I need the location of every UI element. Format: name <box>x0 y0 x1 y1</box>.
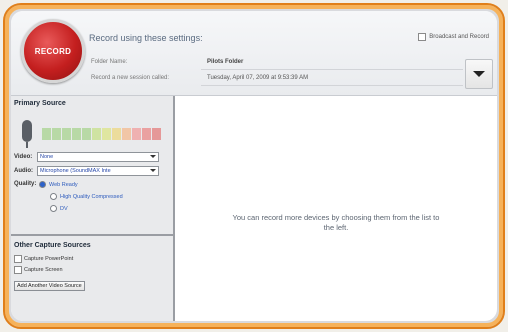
capture-screen-label: Capture Screen <box>24 267 63 273</box>
session-name-label: Record a new session called: <box>91 75 170 81</box>
add-video-source-button[interactable]: Add Another Video Source <box>14 281 85 291</box>
quality-row: Quality: <box>14 181 37 187</box>
quality-option-label: High Quality Compressed <box>60 193 123 200</box>
video-label: Video: <box>14 154 33 160</box>
audio-row: Audio: Microphone (SoundMAX Inte <box>14 166 159 176</box>
audio-select[interactable]: Microphone (SoundMAX Inte <box>37 166 159 176</box>
folder-name-label: Folder Name: <box>91 59 128 65</box>
quality-option-label: DV <box>60 205 68 212</box>
primary-source-title: Primary Source <box>14 100 66 107</box>
quality-radio-dv[interactable] <box>50 205 57 212</box>
section-divider <box>11 234 173 236</box>
other-capture-title: Other Capture Sources <box>14 242 91 249</box>
broadcast-label: Broadcast and Record <box>429 34 489 40</box>
video-select[interactable]: None <box>37 152 159 162</box>
audio-label: Audio: <box>14 168 33 174</box>
folder-name-value[interactable]: Pilots Folder <box>207 59 243 65</box>
meter-segment <box>92 128 101 140</box>
quality-radio-high[interactable] <box>50 193 57 200</box>
settings-title: Record using these settings: <box>89 33 203 43</box>
session-field-divider <box>201 85 463 86</box>
quality-option-dv[interactable]: DV <box>50 205 68 212</box>
quality-label: Quality: <box>14 181 37 187</box>
record-button-label: RECORD <box>34 46 72 56</box>
meter-segment <box>102 128 111 140</box>
recorder-window: RECORD Record using these settings: Broa… <box>11 11 497 321</box>
record-settings-header: RECORD Record using these settings: Broa… <box>11 11 497 96</box>
meter-segment <box>122 128 131 140</box>
capture-powerpoint-checkbox[interactable] <box>14 255 22 263</box>
capture-powerpoint-label: Capture PowerPoint <box>24 256 74 262</box>
meter-segment <box>62 128 71 140</box>
quality-radio-web-ready[interactable] <box>39 181 46 188</box>
left-panel: Primary Source Video: None Audio: Microp… <box>11 96 175 321</box>
record-button[interactable]: RECORD <box>21 19 85 83</box>
broadcast-toggle[interactable]: Broadcast and Record <box>418 33 489 41</box>
meter-segment <box>142 128 151 140</box>
empty-state-message: You can record more devices by choosing … <box>232 213 440 232</box>
quality-option-web-ready[interactable]: Web Ready <box>39 181 78 188</box>
meter-segment <box>152 128 161 140</box>
quality-option-label: Web Ready <box>49 181 78 188</box>
meter-segment <box>72 128 81 140</box>
video-row: Video: None <box>14 152 159 162</box>
other-capture-sources-section: Other Capture Sources Capture PowerPoint… <box>14 242 172 292</box>
microphone-icon <box>22 120 32 148</box>
meter-segment <box>82 128 91 140</box>
quality-option-high[interactable]: High Quality Compressed <box>50 193 123 200</box>
capture-powerpoint-option[interactable]: Capture PowerPoint <box>14 255 172 263</box>
meter-segment <box>112 128 121 140</box>
capture-screen-option[interactable]: Capture Screen <box>14 266 172 274</box>
session-name-input[interactable]: Tuesday, April 07, 2009 at 9:53:39 AM <box>207 75 308 81</box>
broadcast-checkbox[interactable] <box>418 33 427 41</box>
chevron-down-icon[interactable] <box>465 59 493 89</box>
meter-segment <box>42 128 51 140</box>
window-frame: RECORD Record using these settings: Broa… <box>3 3 505 329</box>
meter-segment <box>132 128 141 140</box>
capture-screen-checkbox[interactable] <box>14 266 22 274</box>
audio-level-meter <box>42 128 161 140</box>
folder-field-divider <box>201 69 463 70</box>
meter-segment <box>52 128 61 140</box>
primary-source-section: Primary Source Video: None Audio: Microp… <box>14 100 172 234</box>
